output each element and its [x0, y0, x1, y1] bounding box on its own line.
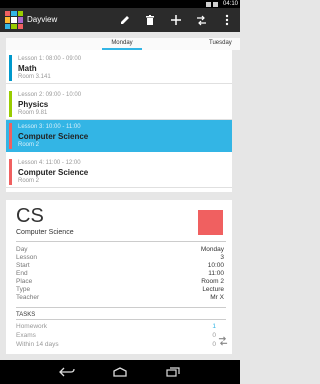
logo-cell: [11, 17, 17, 23]
detail-row: Lesson 3: [16, 254, 224, 262]
app-logo-icon[interactable]: [5, 11, 23, 29]
detail-value: 10:00: [207, 262, 224, 269]
task-row[interactable]: Exams 0: [16, 332, 216, 340]
lesson-time: Lesson 2: 09:00 - 10:00: [18, 92, 82, 98]
divider: [16, 241, 226, 242]
detail-value: 11:00: [208, 270, 224, 277]
detail-label: Place: [16, 278, 33, 285]
wifi-icon: [206, 1, 211, 7]
detail-row: Day Monday: [16, 246, 224, 254]
detail-value: Lecture: [202, 286, 224, 293]
detail-label: Day: [16, 246, 28, 253]
lesson-item[interactable]: Lesson 1: 08:00 - 09:00 Math Room 3.141: [6, 52, 232, 84]
logo-cell: [5, 11, 11, 17]
more-vert-icon: [225, 14, 229, 26]
status-bar: 04:10: [0, 0, 240, 8]
recent-apps-button[interactable]: [160, 364, 186, 380]
battery-icon: [213, 1, 218, 7]
lesson-color-bar: [9, 123, 12, 149]
task-label: Exams: [16, 332, 36, 339]
lesson-color-bar: [9, 55, 12, 81]
lesson-list: Lesson 1: 08:00 - 09:00 Math Room 3.141 Les…: [6, 50, 232, 192]
lesson-item[interactable]: Lesson 3: 10:00 - 11:00 Computer Science R…: [6, 120, 232, 152]
detail-label: End: [16, 270, 28, 277]
lesson-item[interactable]: Lesson 2: 09:00 - 10:00 Physics Room 9.81: [6, 88, 232, 120]
subject-abbreviation: CS: [16, 205, 44, 227]
lesson-room: Room 2: [18, 142, 40, 148]
back-icon: [59, 367, 75, 377]
plus-icon: [171, 15, 181, 25]
detail-row: Start 10:00: [16, 262, 224, 270]
lesson-color-bar: [9, 159, 12, 185]
lesson-room: Room 9.81: [18, 110, 48, 116]
detail-row: End 11:00: [16, 270, 224, 278]
status-icons: [206, 1, 218, 7]
task-count: 0: [212, 332, 216, 339]
tasks-heading: TASKS: [16, 312, 36, 318]
detail-label: Lesson: [16, 254, 37, 261]
subject-color-swatch: [198, 210, 223, 235]
status-time: 04:10: [222, 1, 238, 7]
logo-cell: [11, 23, 17, 29]
lesson-item[interactable]: Lesson 4: 11:00 - 12:00 Computer Science R…: [6, 156, 232, 188]
swap-icon[interactable]: [218, 336, 228, 346]
lesson-time: Lesson 1: 08:00 - 09:00: [18, 56, 82, 62]
swap-icon: [196, 15, 206, 25]
logo-cell: [5, 17, 11, 23]
home-icon: [113, 367, 127, 377]
overflow-menu-button[interactable]: [219, 8, 235, 32]
add-button[interactable]: [166, 8, 186, 32]
logo-cell: [5, 23, 11, 29]
detail-row: Type Lecture: [16, 286, 224, 294]
task-row[interactable]: Homework 1: [16, 323, 216, 331]
lesson-detail-card: CS Computer Science Day Monday Lesson 3 Star…: [6, 200, 232, 354]
detail-label: Start: [16, 262, 30, 269]
task-count: 0: [212, 341, 216, 348]
detail-row: Teacher Mr X: [16, 294, 224, 302]
lesson-subject: Math: [18, 64, 37, 73]
subject-name: Computer Science: [16, 229, 74, 236]
trash-icon: [146, 15, 154, 25]
lesson-room: Room 2: [18, 178, 40, 184]
recent-apps-icon: [166, 367, 180, 377]
detail-row: Place Room 2: [16, 278, 224, 286]
logo-cell: [17, 17, 23, 23]
action-bar: Dayview: [0, 8, 240, 32]
detail-value: Room 2: [201, 278, 224, 285]
lesson-room: Room 3.141: [18, 74, 51, 80]
lesson-color-bar: [9, 91, 12, 117]
app-title: Dayview: [27, 15, 58, 24]
detail-value: Mr X: [210, 294, 224, 301]
logo-cell: [17, 11, 23, 17]
task-label: Within 14 days: [16, 341, 59, 348]
edit-button[interactable]: [115, 8, 135, 32]
lesson-subject: Physics: [18, 100, 49, 109]
lesson-subject: Computer Science: [18, 168, 89, 177]
detail-value: 3: [220, 254, 224, 261]
divider: [16, 307, 226, 308]
detail-label: Type: [16, 286, 31, 293]
task-label: Homework: [16, 323, 48, 330]
logo-cell: [17, 23, 23, 29]
delete-button[interactable]: [140, 8, 160, 32]
task-row[interactable]: Within 14 days 0: [16, 341, 216, 349]
lesson-time: Lesson 4: 11:00 - 12:00: [18, 160, 81, 166]
lesson-subject: Computer Science: [18, 132, 89, 141]
swap-button[interactable]: [191, 8, 211, 32]
detail-label: Teacher: [16, 294, 40, 301]
day-tabs: Monday Tuesday: [6, 38, 240, 50]
logo-cell: [11, 11, 17, 17]
divider: [16, 319, 226, 320]
task-count: 1: [212, 323, 216, 330]
pencil-icon: [121, 16, 129, 24]
home-button[interactable]: [107, 364, 133, 380]
lesson-time: Lesson 3: 10:00 - 11:00: [18, 124, 81, 130]
navigation-bar: [0, 360, 240, 384]
detail-value: Monday: [200, 246, 224, 253]
back-button[interactable]: [54, 364, 80, 380]
tab-tuesday[interactable]: Tuesday: [209, 38, 240, 50]
